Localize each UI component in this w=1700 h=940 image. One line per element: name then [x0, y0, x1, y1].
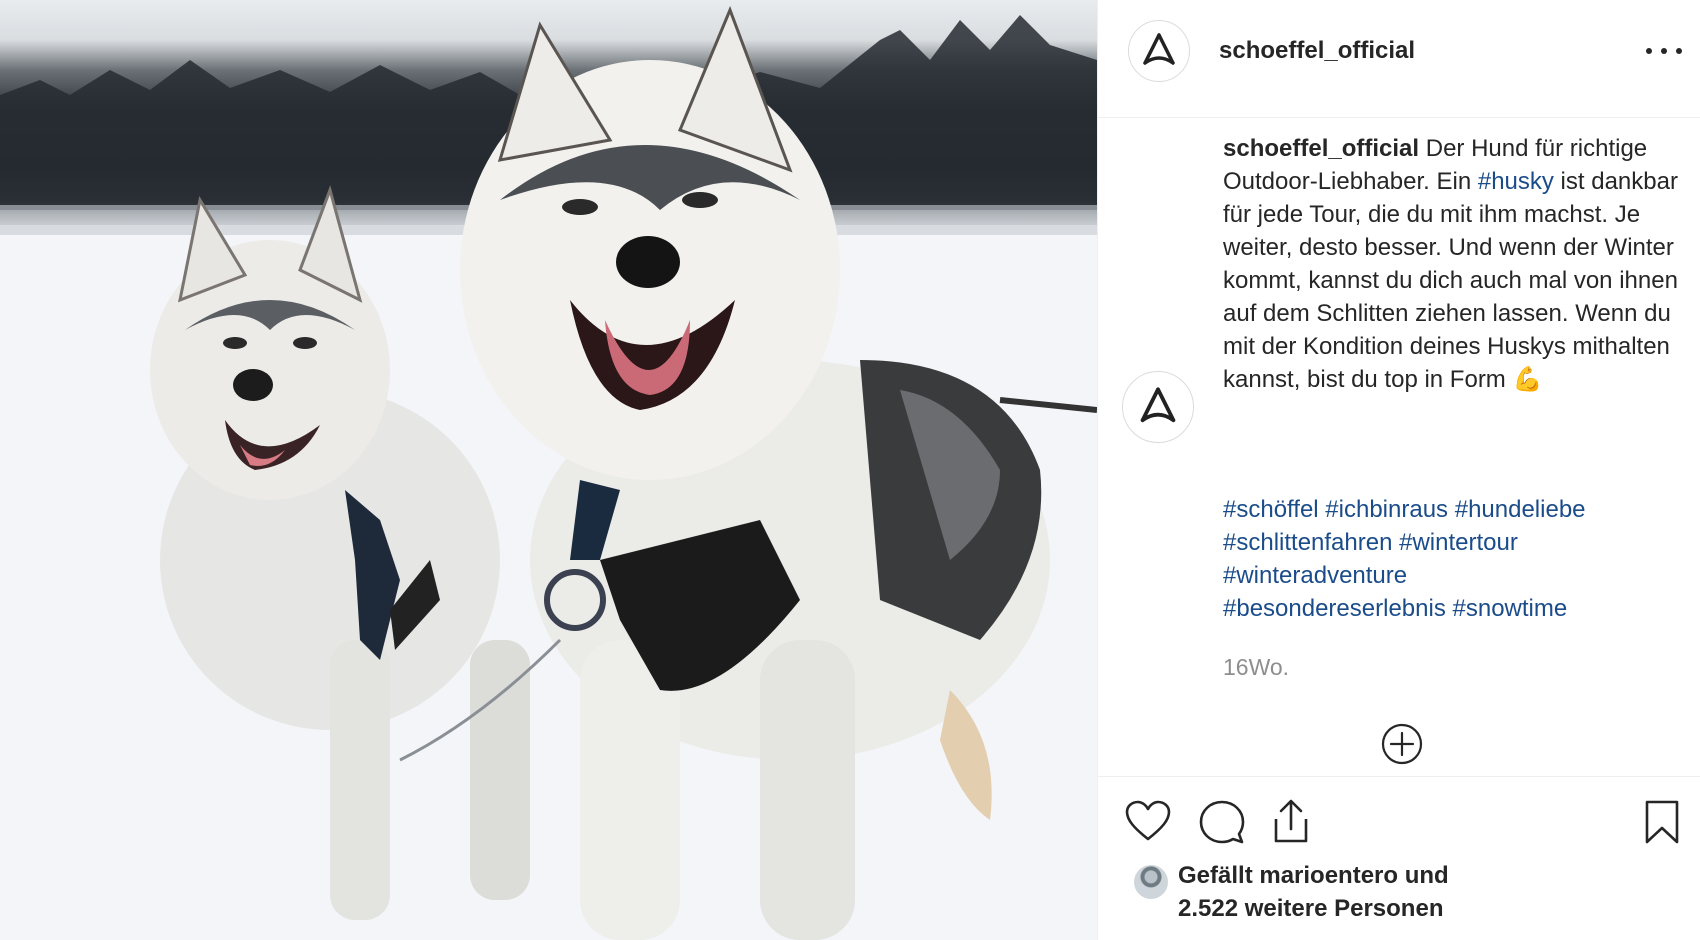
more-options-icon[interactable] [1646, 44, 1682, 58]
post-photo[interactable] [0, 0, 1097, 940]
schoeffel-logo-icon [1140, 387, 1176, 423]
add-circle-icon[interactable] [1380, 722, 1424, 766]
hashtag[interactable]: #winteradventure [1223, 562, 1407, 589]
comment-icon[interactable] [1198, 799, 1246, 850]
hashtag[interactable]: #ichbinraus [1325, 496, 1448, 523]
hashtag[interactable]: #snowtime [1453, 595, 1568, 622]
post-caption: schoeffel_official Der Hund für richtige… [1223, 132, 1678, 396]
caption-avatar[interactable] [1122, 371, 1194, 443]
hashtag[interactable]: #schlittenfahren [1223, 529, 1392, 556]
hashtag-list: #schöffel #ichbinraus #hundeliebe #schli… [1223, 493, 1678, 625]
hashtag[interactable]: #schöffel [1223, 496, 1319, 523]
post-timestamp[interactable]: 16Wo. [1223, 654, 1289, 681]
hashtag[interactable]: #besondereserlebnis [1223, 595, 1446, 622]
profile-avatar[interactable] [1128, 20, 1190, 82]
husky-photo [0, 5, 1097, 940]
share-icon[interactable] [1268, 797, 1314, 850]
caption-username[interactable]: schoeffel_official [1223, 135, 1419, 162]
hashtag[interactable]: #hundeliebe [1455, 496, 1586, 523]
caption-hashtag[interactable]: #husky [1478, 168, 1554, 195]
hashtag[interactable]: #wintertour [1399, 529, 1518, 556]
caption-text-rest: ist dankbar für jede Tour, die du mit ih… [1223, 168, 1678, 393]
liker-avatar[interactable] [1134, 865, 1168, 899]
likes-line-1: Gefällt marioentero und [1178, 862, 1449, 889]
instagram-post: schoeffel_official schoeffel_official De… [0, 0, 1700, 940]
schoeffel-logo-icon [1143, 33, 1175, 65]
heart-icon[interactable] [1124, 799, 1172, 848]
likes-line-2: 2.522 weitere Personen [1178, 895, 1444, 922]
header-username[interactable]: schoeffel_official [1219, 37, 1415, 65]
bookmark-icon[interactable] [1643, 799, 1681, 850]
action-bar: Gefällt marioentero und 2.522 weitere Pe… [1098, 776, 1700, 940]
post-header: schoeffel_official [1098, 0, 1700, 118]
post-details-pane: schoeffel_official schoeffel_official De… [1097, 0, 1700, 940]
caption-area: schoeffel_official Der Hund für richtige… [1098, 118, 1700, 776]
likes-summary[interactable]: Gefällt marioentero und 2.522 weitere Pe… [1178, 859, 1449, 925]
